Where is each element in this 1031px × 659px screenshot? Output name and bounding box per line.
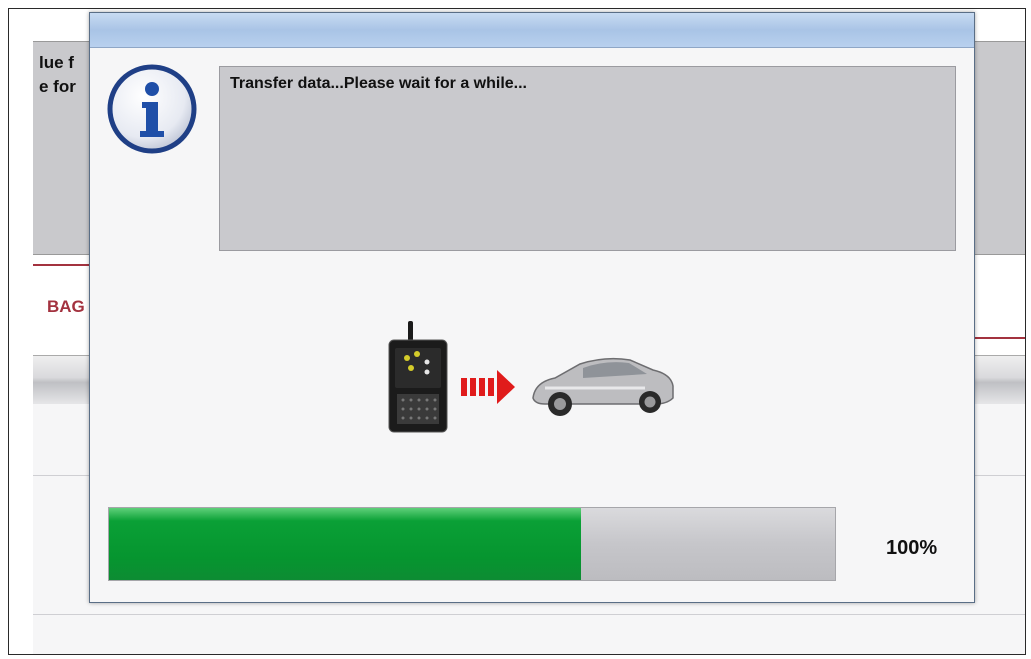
background-divider-right xyxy=(969,337,1025,339)
car-icon xyxy=(532,357,674,416)
message-text: Transfer data...Please wait for a while.… xyxy=(230,75,527,92)
transfer-illustration xyxy=(388,321,674,433)
background-row-divider xyxy=(33,614,1025,615)
background-text-line-1: lue f xyxy=(39,53,74,72)
info-icon xyxy=(107,64,197,154)
progress-bar-fill xyxy=(109,508,581,580)
transfer-dialog: Transfer data...Please wait for a while.… xyxy=(89,12,975,603)
progress-bar xyxy=(108,507,836,581)
background-text-line-2: e for xyxy=(39,77,76,96)
progress-percent: 100% xyxy=(886,537,938,559)
vci-device-icon xyxy=(388,321,448,433)
background-section-label: BAG xyxy=(47,297,85,316)
arrow-right-icon xyxy=(461,370,515,404)
dialog-titlebar[interactable] xyxy=(90,13,974,48)
message-box: Transfer data...Please wait for a while.… xyxy=(219,66,956,251)
